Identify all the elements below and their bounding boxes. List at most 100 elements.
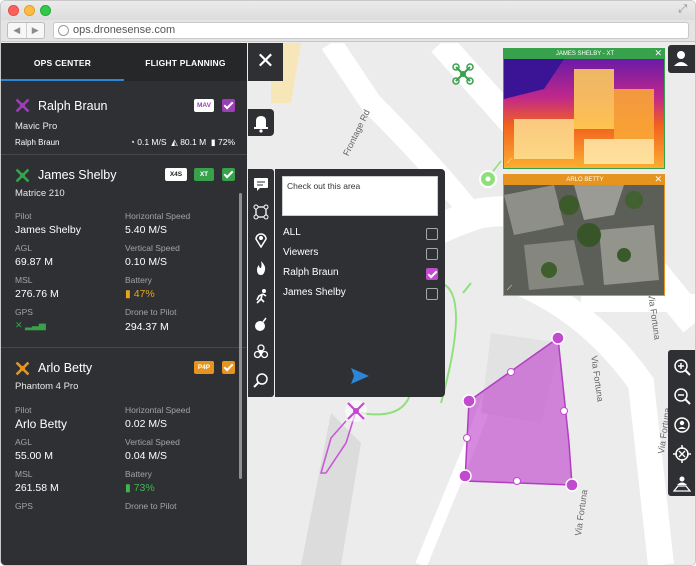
recipient-label-james: James Shelby <box>283 287 346 298</box>
running-person-icon[interactable] <box>253 288 269 304</box>
recipient-label-all: ALL <box>283 227 301 238</box>
biohazard-icon[interactable] <box>253 344 269 360</box>
url-text[interactable]: ops.dronesense.com <box>73 24 175 36</box>
drone-card-arlo[interactable]: Arlo Betty P4P Phantom 4 Pro Pilot Horiz… <box>1 348 247 528</box>
altitude-icon: ◭ <box>171 137 178 147</box>
dtp-label: Drone to Pilot <box>125 501 177 511</box>
message-popup: Check out this area ALL Viewers Ralph Br… <box>275 169 445 397</box>
drone-model: Mavic Pro <box>15 121 58 132</box>
pilot-marker[interactable] <box>479 170 497 188</box>
app-area: Frontage Rd Via Fortuna Via Fortuna Via … <box>1 43 695 565</box>
recipient-label-viewers: Viewers <box>283 247 319 258</box>
map-controls <box>668 350 695 496</box>
feed-title: JAMES SHELBY - XT <box>504 49 664 59</box>
chat-icon[interactable] <box>253 176 269 192</box>
camera-badge-x4s: X4S <box>165 168 187 181</box>
aerial-image <box>504 185 664 295</box>
minimize-window-icon[interactable] <box>24 5 35 16</box>
agl-value: 69.87 M <box>15 256 53 268</box>
drone-visible-checkbox[interactable] <box>222 99 235 112</box>
camera-feed-aerial[interactable]: ARLO BETTY ✕ ⟋ <box>503 174 665 296</box>
model-badge: MAV <box>194 99 214 112</box>
close-icon[interactable]: ✕ <box>654 175 662 185</box>
close-window-icon[interactable] <box>8 5 19 16</box>
drone-visible-checkbox[interactable] <box>222 361 235 374</box>
battery-percent: 47% <box>133 288 155 300</box>
drone-card-james[interactable]: James Shelby X4S XT Matrice 210 Pilot Ho… <box>1 155 247 348</box>
browser-titlebar: ⤢ <box>1 1 695 20</box>
drone-visible-checkbox[interactable] <box>222 168 235 181</box>
fire-icon[interactable] <box>253 260 269 276</box>
browser-window: ⤢ ◀ ▶ ops.dronesense.com Frontage Rd Via… <box>0 0 696 566</box>
pilot-label: Pilot <box>15 405 32 415</box>
location-pin-icon[interactable] <box>253 232 269 248</box>
recipient-checkbox-james[interactable] <box>426 288 438 300</box>
drone-model: Phantom 4 Pro <box>15 381 79 392</box>
browser-toolbar: ◀ ▶ ops.dronesense.com <box>1 20 695 42</box>
search-location-icon[interactable] <box>253 372 269 388</box>
panel-scrollbar[interactable] <box>239 193 242 479</box>
nav-buttons: ◀ ▶ <box>7 22 45 39</box>
close-icon: ✕ <box>256 48 275 73</box>
drone-icon <box>15 98 30 113</box>
msl-value: 261.58 M <box>15 482 59 494</box>
camera-feed-thermal[interactable]: JAMES SHELBY - XT ✕ ⟋ <box>503 48 665 169</box>
drone-card-ralph[interactable]: Ralph Braun MAV Mavic Pro Ralph Braun ◔ … <box>1 81 247 155</box>
panel-tabs: OPS CENTER FLIGHT PLANNING <box>1 43 247 81</box>
feed-title: ARLO BETTY <box>504 175 664 185</box>
resize-handle-icon[interactable]: ⟋ <box>507 158 512 166</box>
send-icon[interactable] <box>351 368 369 384</box>
url-bar[interactable]: ops.dronesense.com <box>53 22 689 39</box>
agl-value: 55.00 M <box>15 450 53 462</box>
dtp-value: 294.37 M <box>125 321 169 333</box>
back-icon[interactable]: ◀ <box>8 23 27 38</box>
camera-badge-xt: XT <box>194 168 214 181</box>
resize-handle-icon[interactable]: ⟋ <box>507 285 512 293</box>
hspeed-value: 0.02 M/S <box>125 418 168 430</box>
hspeed-value: 5.40 M/S <box>125 224 168 236</box>
close-panel-button[interactable]: ✕ <box>248 43 283 81</box>
battery-icon: ▮ <box>125 482 131 494</box>
forward-icon[interactable]: ▶ <box>27 23 45 38</box>
notifications-button[interactable] <box>248 109 274 136</box>
map-tool-strip <box>248 169 274 397</box>
fullscreen-icon[interactable]: ⤢ <box>678 3 687 16</box>
msl-value: 276.76 M <box>15 288 59 300</box>
drone-model: Matrice 210 <box>15 188 65 199</box>
recipient-checkbox-viewers[interactable] <box>426 248 438 260</box>
agl-label: AGL <box>15 243 33 253</box>
close-icon[interactable]: ✕ <box>654 49 662 59</box>
battery-icon: ▮ <box>125 288 131 300</box>
recipient-checkbox-ralph[interactable] <box>426 268 438 280</box>
pilot-label: Pilot <box>15 211 32 221</box>
user-menu-button[interactable] <box>668 45 695 73</box>
battery-icon: ▮ <box>210 137 216 147</box>
tab-flight-planning[interactable]: FLIGHT PLANNING <box>124 43 247 81</box>
battery-label: Battery <box>125 469 152 479</box>
maximize-window-icon[interactable] <box>40 5 51 16</box>
drone-quick-stats: ◔ 0.1 M/S ◭ 80.1 M ▮ 72% <box>130 137 235 148</box>
altitude-value: 80.1 M <box>180 137 207 147</box>
dtp-label: Drone to Pilot <box>125 307 177 317</box>
battery-value: ▮ 47% <box>125 288 155 300</box>
speed-value: 0.1 M/S <box>137 137 167 147</box>
zoom-in-icon[interactable] <box>673 358 691 376</box>
polygon-tool-icon[interactable] <box>253 204 269 220</box>
gps-label: GPS <box>15 501 33 511</box>
recipient-label-ralph: Ralph Braun <box>283 267 339 278</box>
drone-name: Arlo Betty <box>38 361 93 375</box>
bomb-icon[interactable] <box>253 316 269 332</box>
hspeed-label: Horizontal Speed <box>125 211 191 221</box>
tab-ops-center[interactable]: OPS CENTER <box>1 43 124 81</box>
drone-marker-ralph[interactable] <box>345 400 367 422</box>
map-layers-icon[interactable] <box>673 474 691 492</box>
recenter-icon[interactable] <box>673 445 691 463</box>
locate-user-icon[interactable] <box>673 416 691 434</box>
recipient-checkbox-all[interactable] <box>426 228 438 240</box>
message-input[interactable]: Check out this area <box>282 176 438 216</box>
drone-icon <box>15 168 30 183</box>
zoom-out-icon[interactable] <box>673 387 691 405</box>
ops-panel: OPS CENTER FLIGHT PLANNING Ralph Braun M… <box>1 43 247 565</box>
vspeed-value: 0.04 M/S <box>125 450 168 462</box>
gps-signal-icon: ✕ ▂▃▅ <box>15 320 46 330</box>
